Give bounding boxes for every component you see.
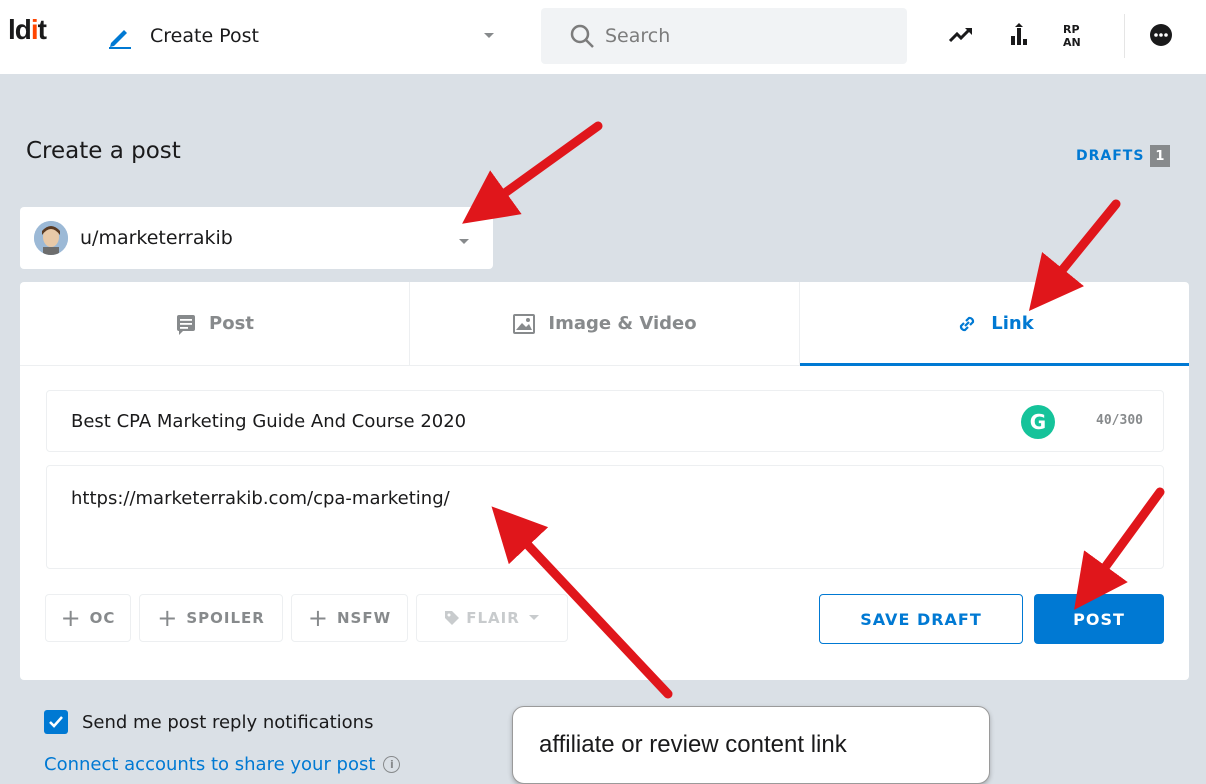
top-navigation-bar: ldit Create Post RPAN (0, 0, 1206, 74)
drafts-count-badge: 1 (1150, 145, 1171, 167)
reddit-logo[interactable]: ldit (8, 14, 47, 46)
flair-tag-label: FLAIR (466, 609, 520, 627)
tab-image-video[interactable]: Image & Video (410, 282, 800, 365)
annotation-callout-text: affiliate or review content link (539, 731, 847, 758)
plus-icon: + (60, 604, 82, 632)
community-selector[interactable]: u/marketerrakib (20, 207, 493, 269)
annotation-callout: affiliate or review content link (512, 706, 990, 784)
search-input[interactable] (605, 25, 885, 47)
tab-post-label: Post (209, 313, 254, 334)
chevron-down-icon (528, 614, 540, 622)
chat-icon[interactable] (1146, 20, 1176, 50)
url-field-value: https://marketerrakib.com/cpa-marketing/ (71, 488, 450, 509)
link-icon (955, 312, 979, 336)
community-selected-name: u/marketerrakib (80, 227, 233, 249)
plus-icon: + (307, 604, 329, 632)
tab-post[interactable]: Post (20, 282, 410, 365)
grammarly-icon[interactable]: G (1021, 405, 1055, 439)
notify-checkbox[interactable] (44, 710, 68, 734)
tab-image-video-label: Image & Video (548, 313, 697, 334)
save-draft-button[interactable]: SAVE DRAFT (819, 594, 1023, 644)
oc-tag-label: OC (89, 609, 116, 627)
page-title: Create a post (26, 138, 181, 164)
spoiler-tag-button[interactable]: + SPOILER (139, 594, 283, 642)
title-field[interactable]: Best CPA Marketing Guide And Course 2020… (46, 390, 1164, 452)
info-icon[interactable]: i (383, 756, 401, 773)
image-icon (512, 313, 536, 335)
oc-tag-button[interactable]: + OC (45, 594, 131, 642)
connect-accounts-link[interactable]: Connect accounts to share your post i (44, 754, 401, 775)
flair-tag-button[interactable]: FLAIR (416, 594, 568, 642)
trending-icon[interactable] (946, 20, 976, 50)
nav-divider (1124, 14, 1125, 58)
rpan-icon[interactable]: RP AN (1060, 20, 1090, 50)
drafts-label: DRAFTS (1076, 148, 1145, 164)
svg-text:AN: AN (1063, 36, 1081, 49)
search-bar[interactable] (541, 8, 907, 64)
notification-option: Send me post reply notifications (44, 710, 373, 734)
spoiler-tag-label: SPOILER (186, 609, 265, 627)
title-char-counter: 40/300 (1096, 413, 1143, 428)
svg-text:RP: RP (1063, 23, 1080, 36)
avatar (34, 221, 68, 255)
nsfw-tag-label: NSFW (336, 609, 392, 627)
nsfw-tag-button[interactable]: + NSFW (291, 594, 408, 642)
popular-icon[interactable] (1005, 20, 1035, 50)
arrow-to-community-dropdown (462, 121, 603, 224)
connect-accounts-label: Connect accounts to share your post (44, 754, 376, 775)
chevron-down-icon (482, 26, 496, 45)
arrow-to-link-tab (1028, 199, 1121, 311)
drafts-button[interactable]: DRAFTS 1 (1076, 145, 1171, 167)
create-post-card: Post Image & Video Link Best CPA Marketi… (20, 282, 1189, 680)
plus-icon: + (157, 604, 179, 632)
search-icon (569, 23, 595, 49)
title-field-value: Best CPA Marketing Guide And Course 2020 (71, 410, 467, 432)
url-field[interactable]: https://marketerrakib.com/cpa-marketing/ (46, 465, 1164, 569)
create-post-nav-label: Create Post (150, 25, 259, 47)
post-type-tabs: Post Image & Video Link (20, 282, 1189, 366)
post-icon (175, 313, 197, 335)
pencil-icon (104, 20, 136, 52)
tab-link-label: Link (991, 313, 1034, 334)
post-button[interactable]: POST (1034, 594, 1164, 644)
create-post-dropdown[interactable]: Create Post (104, 14, 504, 58)
chevron-down-icon[interactable] (457, 232, 471, 251)
tab-link[interactable]: Link (800, 282, 1189, 366)
notify-label: Send me post reply notifications (82, 711, 374, 733)
tag-icon (444, 610, 460, 626)
